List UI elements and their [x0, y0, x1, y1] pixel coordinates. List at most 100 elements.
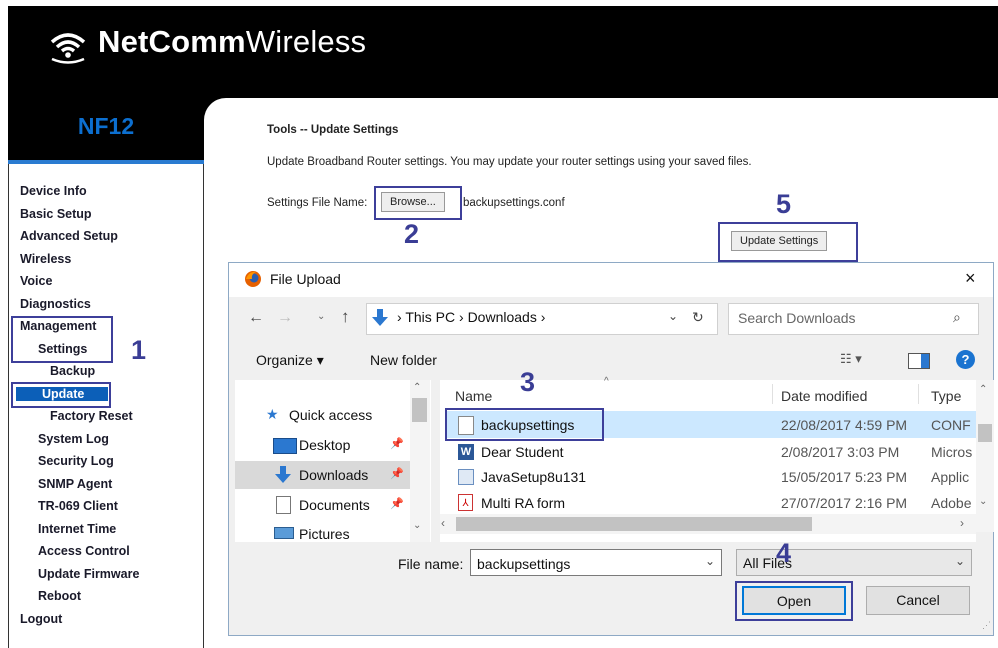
step-number-4: 4	[776, 538, 792, 568]
tree-item-pictures[interactable]: Pictures	[299, 526, 350, 540]
breadcrumb-downloads[interactable]: Downloads	[468, 309, 537, 325]
tree-scroll-thumb[interactable]	[412, 398, 427, 422]
step-number-3: 3	[520, 367, 536, 397]
scroll-right-icon[interactable]: ›	[960, 516, 964, 530]
sidebar-item-update-firmware[interactable]: Update Firmware	[38, 567, 139, 581]
file-list-scroll-thumb[interactable]	[978, 424, 992, 442]
new-folder-button[interactable]: New folder	[370, 352, 437, 368]
downloads-arrow-icon	[372, 309, 388, 326]
sidebar-item-logout[interactable]: Logout	[20, 612, 62, 626]
dialog-titlebar	[229, 263, 993, 297]
sidebar-item-security-log[interactable]: Security Log	[38, 454, 114, 468]
sidebar-item-device-info[interactable]: Device Info	[20, 184, 87, 198]
file-date: 22/08/2017 4:59 PM	[781, 417, 908, 433]
file-name[interactable]: Multi RA form	[481, 495, 565, 511]
file-date: 2/08/2017 3:03 PM	[781, 444, 900, 460]
organize-button[interactable]: Organize ▾	[256, 352, 324, 369]
downloads-icon	[275, 466, 291, 483]
pin-icon[interactable]: 📌	[390, 497, 404, 510]
tree-item-desktop[interactable]: Desktop	[299, 437, 350, 453]
file-name[interactable]: Dear Student	[481, 444, 564, 460]
annotation-box-management	[11, 316, 113, 363]
star-icon: ★	[266, 406, 279, 422]
model-name: NF12	[77, 113, 135, 139]
file-date: 15/05/2017 5:23 PM	[781, 469, 908, 485]
file-name-value: backupsettings	[477, 556, 571, 572]
sidebar-item-basic-setup[interactable]: Basic Setup	[20, 207, 92, 221]
annotation-box-browse	[374, 186, 462, 220]
file-type: CONF	[931, 417, 971, 433]
column-header-type[interactable]: Type	[931, 388, 961, 404]
recent-locations-icon[interactable]: ⌄	[317, 311, 325, 322]
word-file-icon: W	[458, 444, 474, 460]
dialog-close-icon[interactable]: ×	[965, 268, 976, 289]
tree-item-quick-access[interactable]: Quick access	[289, 407, 372, 423]
annotation-box-update	[11, 382, 111, 408]
desktop-icon	[273, 438, 297, 454]
scroll-left-icon[interactable]: ‹	[441, 516, 445, 530]
pin-icon[interactable]: 📌	[390, 437, 404, 450]
sidebar-item-diagnostics[interactable]: Diagnostics	[20, 297, 91, 311]
column-header-name[interactable]: Name	[455, 388, 492, 404]
file-list-vertical-scrollbar[interactable]	[976, 380, 994, 532]
column-divider[interactable]	[772, 384, 773, 404]
pdf-file-icon: ⅄	[458, 494, 473, 511]
settings-file-value: backupsettings.conf	[463, 197, 565, 209]
sidebar-item-system-log[interactable]: System Log	[38, 432, 109, 446]
column-header-date[interactable]: Date modified	[781, 388, 867, 404]
annotation-box-open	[735, 581, 853, 621]
installer-file-icon	[458, 469, 474, 485]
cancel-button[interactable]: Cancel	[866, 586, 970, 615]
pictures-icon	[274, 527, 294, 539]
address-dropdown-icon[interactable]: ⌄	[668, 309, 678, 323]
page-description: Update Broadband Router settings. You ma…	[267, 156, 752, 168]
step-number-2: 2	[404, 219, 420, 249]
sidebar-item-wireless[interactable]: Wireless	[20, 252, 71, 266]
sidebar-item-snmp-agent[interactable]: SNMP Agent	[38, 477, 112, 491]
file-type-dropdown-icon[interactable]: ⌄	[955, 554, 965, 568]
pin-icon[interactable]: 📌	[390, 467, 404, 480]
help-icon[interactable]: ?	[956, 350, 975, 369]
forward-arrow-icon[interactable]: →	[277, 309, 293, 327]
tree-item-downloads[interactable]: Downloads	[299, 467, 368, 483]
file-type: Micros	[931, 444, 973, 460]
file-name-label: File name:	[398, 556, 464, 572]
sidebar-item-backup[interactable]: Backup	[50, 364, 95, 378]
refresh-icon[interactable]: ↻	[692, 309, 704, 326]
file-name[interactable]: JavaSetup8u131	[481, 469, 586, 485]
annotation-box-file	[445, 408, 604, 441]
page-title: Tools -- Update Settings	[267, 124, 399, 136]
step-number-1: 1	[131, 335, 147, 365]
breadcrumb-this-pc[interactable]: This PC	[405, 309, 455, 325]
sidebar-item-voice[interactable]: Voice	[20, 274, 52, 288]
column-divider[interactable]	[918, 384, 919, 404]
sidebar-item-access-control[interactable]: Access Control	[38, 544, 130, 558]
view-options-icon[interactable]: ☷ ▾	[840, 351, 862, 367]
settings-file-label: Settings File Name:	[267, 197, 368, 209]
sidebar-item-advanced-setup[interactable]: Advanced Setup	[20, 229, 118, 243]
sidebar-item-factory-reset[interactable]: Factory Reset	[50, 409, 133, 423]
brand-logo: NetCommWireless	[98, 24, 367, 59]
annotation-box-update-settings	[718, 222, 858, 262]
sidebar-item-internet-time[interactable]: Internet Time	[38, 522, 116, 536]
preview-pane-icon[interactable]	[908, 353, 930, 369]
search-icon[interactable]: ⌕	[953, 309, 961, 326]
back-arrow-icon[interactable]: ←	[248, 309, 264, 327]
tree-item-documents[interactable]: Documents	[299, 497, 370, 513]
horizontal-scroll-thumb[interactable]	[456, 517, 812, 531]
sidebar-item-tr-069-client[interactable]: TR-069 Client	[38, 499, 118, 513]
file-name-dropdown-icon[interactable]: ⌄	[705, 554, 715, 568]
tree-scroll-down-icon[interactable]: ⌄	[413, 520, 421, 531]
scroll-down-icon[interactable]: ⌄	[979, 496, 987, 507]
scroll-up-icon[interactable]: ⌃	[979, 384, 987, 395]
breadcrumb: › This PC › Downloads ›	[397, 309, 546, 325]
left-divider	[8, 160, 204, 164]
step-number-5: 5	[776, 189, 792, 219]
up-arrow-icon[interactable]: ↑	[341, 307, 350, 327]
wifi-logo-icon	[50, 33, 86, 64]
sort-ascending-icon: ^	[604, 376, 609, 387]
resize-grip-icon[interactable]: ⋰	[982, 620, 991, 631]
tree-scroll-up-icon[interactable]: ⌃	[413, 382, 421, 393]
dialog-title: File Upload	[270, 271, 341, 287]
sidebar-item-reboot[interactable]: Reboot	[38, 589, 81, 603]
